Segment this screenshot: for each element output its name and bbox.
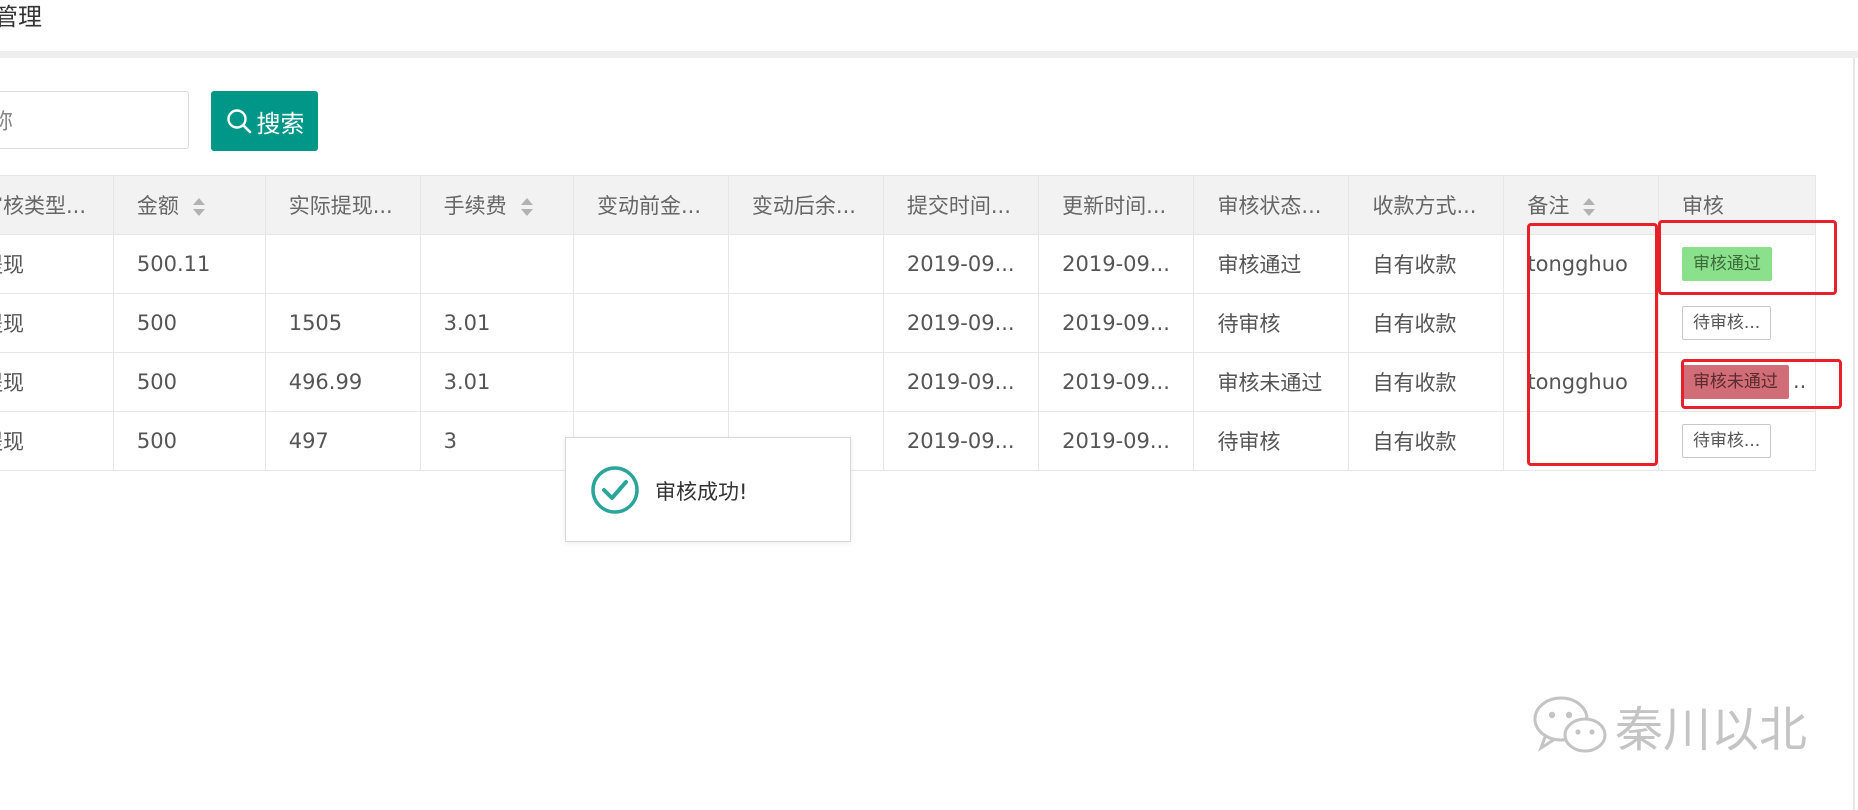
page-title: 管理	[0, 3, 42, 31]
table-cell	[727, 234, 884, 294]
table-cell: 自有收款	[1348, 293, 1505, 353]
watermark-text: 秦川以北	[1615, 702, 1808, 758]
column-header-label: 审核状态...	[1217, 194, 1322, 218]
audit-pending-button[interactable]: 待审核...	[1681, 306, 1772, 340]
column-header-label: 手续费	[443, 194, 507, 218]
table-cell: 500	[112, 411, 266, 471]
column-header-label: 审核	[1681, 194, 1724, 218]
column-header: 审核类型...	[0, 175, 114, 235]
table-cell: 自有收款	[1348, 234, 1505, 294]
action-cell: 待审核...	[1657, 411, 1817, 471]
table-cell: 待审核	[1193, 411, 1350, 471]
column-header[interactable]: 手续费	[419, 175, 575, 235]
table-cell: 2019-09...	[1038, 352, 1195, 412]
table-cell: 提现	[0, 293, 114, 353]
table-cell	[573, 234, 729, 294]
table-cell: 496.99	[264, 352, 421, 412]
action-cell: 待审核...	[1657, 293, 1817, 353]
search-input[interactable]: 称	[0, 91, 189, 149]
highlight-remark-column	[1527, 223, 1658, 466]
sort-icon[interactable]	[1583, 197, 1596, 217]
column-header: 审核状态...	[1193, 175, 1350, 235]
table-cell	[573, 352, 729, 412]
success-toast: 审核成功!	[565, 437, 851, 542]
check-circle-icon	[591, 466, 639, 514]
table-cell: 审核未通过	[1193, 352, 1350, 412]
column-header-label: 备注	[1527, 194, 1570, 218]
column-header: 实际提现...	[264, 175, 421, 235]
table-cell: 500	[112, 293, 266, 353]
column-header-label: 实际提现...	[288, 194, 393, 218]
table-cell: 3	[419, 411, 575, 471]
table-cell	[573, 293, 729, 353]
table-cell: 1505	[264, 293, 421, 353]
table-cell: 提现	[0, 411, 114, 471]
table-cell	[727, 352, 884, 412]
audit-pending-button[interactable]: 待审核...	[1681, 424, 1772, 458]
sort-icon[interactable]	[520, 197, 533, 217]
column-header-label: 提交时间...	[906, 194, 1011, 218]
search-icon	[226, 109, 251, 134]
table-cell: 500	[112, 352, 266, 412]
highlight-fail-action	[1681, 359, 1842, 409]
column-header-label: 审核类型...	[0, 194, 87, 218]
column-header: 变动后余...	[727, 175, 884, 235]
column-header-label: 更新时间...	[1062, 194, 1167, 218]
highlight-pass-action	[1658, 220, 1837, 295]
column-header-label: 金额	[136, 194, 179, 218]
table-cell: 2019-09...	[882, 293, 1040, 353]
column-header: 更新时间...	[1038, 175, 1195, 235]
table-cell: 2019-09...	[1038, 234, 1195, 294]
sort-icon[interactable]	[192, 197, 205, 217]
table-cell: 自有收款	[1348, 352, 1505, 412]
table-cell: 500.11	[112, 234, 266, 294]
table-cell: 2019-09...	[1038, 411, 1195, 471]
search-button[interactable]: 搜索	[211, 91, 318, 151]
column-header: 收款方式...	[1348, 175, 1505, 235]
table-cell: 2019-09...	[882, 352, 1040, 412]
search-button-label: 搜索	[256, 109, 305, 138]
column-header-label: 变动后余...	[751, 194, 856, 218]
column-header-label: 收款方式...	[1372, 194, 1477, 218]
toast-message: 审核成功!	[655, 480, 748, 504]
table-cell	[264, 234, 421, 294]
panel-right-border	[1853, 58, 1855, 810]
table-cell: 2019-09...	[882, 411, 1040, 471]
column-header-label: 变动前金...	[597, 194, 702, 218]
title-divider	[0, 51, 1858, 58]
wechat-icon	[1533, 696, 1607, 753]
column-header: 变动前金...	[573, 175, 729, 235]
table-cell: 提现	[0, 352, 114, 412]
column-header: 提交时间...	[882, 175, 1040, 235]
table-cell: 2019-09...	[882, 234, 1040, 294]
table-cell: 3.01	[419, 352, 575, 412]
table-cell: 497	[264, 411, 421, 471]
table-cell: 自有收款	[1348, 411, 1505, 471]
table-cell: 审核通过	[1193, 234, 1350, 294]
table-cell: 2019-09...	[1038, 293, 1195, 353]
table-cell: 待审核	[1193, 293, 1350, 353]
column-header[interactable]: 金额	[112, 175, 266, 235]
table-cell: 提现	[0, 234, 114, 294]
table-cell	[419, 234, 575, 294]
table-cell	[727, 293, 884, 353]
table-cell: 3.01	[419, 293, 575, 353]
watermark: 秦川以北	[1531, 690, 1807, 760]
